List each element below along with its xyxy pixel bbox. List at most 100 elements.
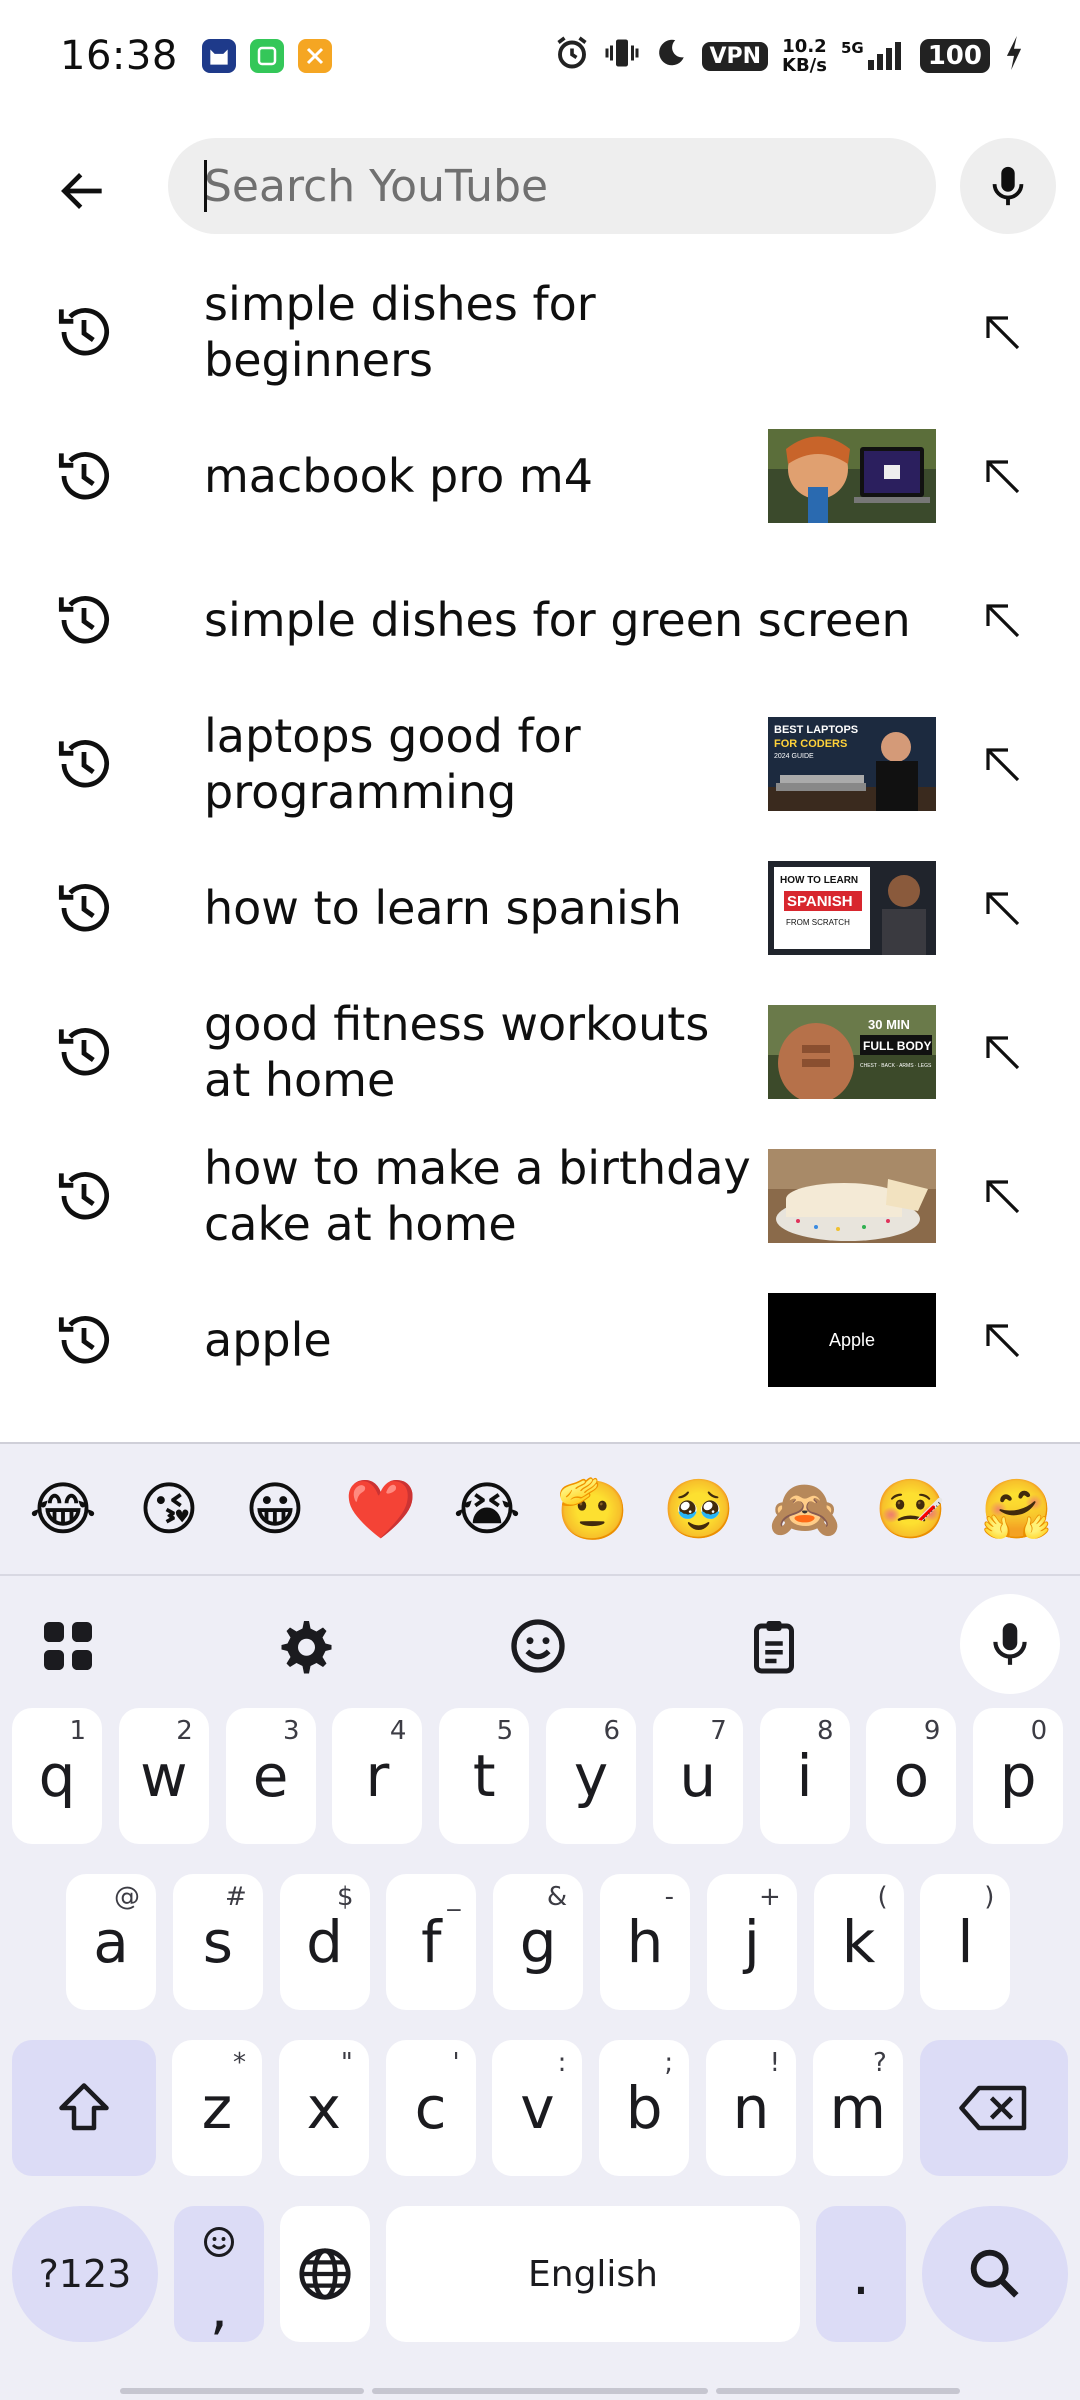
emoji-suggestion[interactable]: 😂	[15, 1475, 111, 1543]
emoji-suggestion-strip: 😂 😘 😀 ❤️ 😭 🫡 🥹 🙈 🤒 🤗	[0, 1444, 1080, 1576]
key-label: y	[573, 1742, 609, 1810]
language-key[interactable]	[280, 2206, 370, 2342]
emoji-keyboard-button[interactable]	[498, 1606, 578, 1686]
key-c[interactable]: c '	[385, 2040, 476, 2176]
fill-query-button[interactable]	[966, 440, 1038, 512]
key-h[interactable]: h-	[600, 1874, 690, 2010]
history-item[interactable]: simple dishes for beginners	[0, 260, 1080, 404]
fill-query-button[interactable]	[966, 1016, 1038, 1088]
history-item[interactable]: how to learn spanish HOW TO LEARN SPANIS…	[0, 836, 1080, 980]
fill-query-button[interactable]	[966, 872, 1038, 944]
key-x[interactable]: x "	[278, 2040, 369, 2176]
key-o[interactable]: o9	[866, 1708, 957, 1844]
tools-app-icon	[297, 39, 332, 73]
keyboard-settings-button[interactable]	[264, 1606, 344, 1686]
emoji-suggestion[interactable]: ❤️	[333, 1475, 429, 1544]
fill-query-button[interactable]	[966, 584, 1038, 656]
period-key[interactable]: .	[816, 2206, 906, 2342]
shift-key[interactable]	[12, 2040, 156, 2176]
history-item[interactable]: macbook pro m4	[0, 404, 1080, 548]
emoji-suggestion[interactable]: 🫡	[545, 1475, 641, 1544]
thumbnail-text: FROM SCRATCH	[786, 918, 850, 927]
fill-query-button[interactable]	[966, 1160, 1038, 1232]
key-label: n	[732, 2074, 770, 2142]
space-key[interactable]: English	[386, 2206, 800, 2342]
emoji-suggestion[interactable]: 😀	[227, 1475, 323, 1543]
key-m[interactable]: m?	[812, 2040, 903, 2176]
key-hint: ?	[872, 2048, 887, 2078]
history-item[interactable]: good fitness workouts at home 30 MIN FUL…	[0, 980, 1080, 1124]
key-area: q 1 w 2 e 3 r 4 t 5 y 6 u 7 i 8 o 9 p 0 a @ s # d $ f _ g & h - j + k(l) z *…	[0, 1708, 1080, 2400]
key-l[interactable]: l)	[920, 1874, 1011, 2010]
spanish-thumbnail: HOW TO LEARN SPANISH FROM SCRATCH	[768, 861, 936, 955]
history-item-text: how to learn spanish	[204, 881, 682, 935]
key-w[interactable]: w2	[118, 1708, 209, 1844]
backspace-key[interactable]	[920, 2040, 1068, 2176]
key-e[interactable]: e3	[225, 1708, 316, 1844]
key-hint: @	[114, 1882, 140, 1912]
search-box[interactable]	[168, 138, 936, 234]
key-label: m	[829, 2074, 887, 2142]
key-g[interactable]: g &	[493, 1874, 584, 2010]
signal-icon	[867, 42, 901, 70]
key-a[interactable]: a @	[66, 1874, 156, 2010]
key-i[interactable]: i8	[759, 1708, 850, 1844]
voice-search-button[interactable]	[960, 138, 1056, 234]
key-z[interactable]: z *	[172, 2040, 262, 2176]
symbols-key[interactable]: ?123	[12, 2206, 158, 2342]
vibrate-icon	[604, 35, 640, 78]
nav-segment	[716, 2388, 960, 2394]
history-icon	[48, 296, 120, 368]
thumbnail-text: SPANISH	[787, 893, 853, 910]
arrow-up-left-icon	[986, 604, 1020, 638]
status-time: 16:38	[60, 33, 178, 79]
emoji-suggestion[interactable]: 🤒	[863, 1475, 959, 1544]
history-item[interactable]: laptops good for programming BEST LAPTOP…	[0, 692, 1080, 836]
history-icon	[48, 440, 120, 512]
key-f[interactable]: f _	[386, 1874, 477, 2010]
thumbnail-text: BEST LAPTOPS	[774, 724, 858, 736]
keyboard-voice-button[interactable]	[960, 1594, 1060, 1694]
fill-query-button[interactable]	[966, 728, 1038, 800]
key-label: English	[528, 2253, 658, 2295]
apps-grid-button[interactable]	[28, 1606, 108, 1686]
key-j[interactable]: j +	[706, 1874, 797, 2010]
fill-query-button[interactable]	[966, 1304, 1038, 1376]
key-s[interactable]: s #	[172, 1874, 263, 2010]
key-label: f	[421, 1908, 442, 1976]
search-input[interactable]	[204, 160, 936, 212]
key-v[interactable]: v:	[492, 2040, 583, 2176]
fill-query-button[interactable]	[966, 296, 1038, 368]
key-b[interactable]: b;	[599, 2040, 690, 2176]
key-label: l	[957, 1908, 974, 1976]
key-hint: #	[225, 1882, 247, 1912]
key-d[interactable]: d $	[279, 1874, 370, 2010]
key-hint: $	[337, 1882, 354, 1912]
nav-segment	[372, 2388, 708, 2394]
back-button[interactable]	[42, 150, 124, 232]
key-hint: '	[452, 2048, 460, 2078]
microphone-icon	[992, 166, 1024, 206]
arrow-up-left-icon	[986, 1324, 1020, 1358]
history-item[interactable]: how to make a birthday cake at home	[0, 1124, 1080, 1268]
clipboard-button[interactable]	[734, 1606, 814, 1686]
emoji-suggestion[interactable]: 😘	[121, 1475, 217, 1543]
key-p[interactable]: p0	[973, 1708, 1064, 1844]
emoji-suggestion[interactable]: 🙈	[757, 1475, 853, 1544]
emoji-suggestion[interactable]: 🥹	[651, 1475, 747, 1544]
key-u[interactable]: u7	[652, 1708, 743, 1844]
key-y[interactable]: y6	[546, 1708, 636, 1844]
key-q[interactable]: q1	[12, 1708, 102, 1844]
emoji-suggestion[interactable]: 🤗	[969, 1475, 1065, 1544]
search-action-key[interactable]	[922, 2206, 1068, 2342]
history-item[interactable]: apple Apple	[0, 1268, 1080, 1412]
emoji-suggestion[interactable]: 😭	[439, 1475, 535, 1543]
comma-key[interactable]: ,	[174, 2206, 264, 2342]
history-icon	[48, 728, 120, 800]
key-r[interactable]: r4	[332, 1708, 423, 1844]
key-k[interactable]: k(	[813, 1874, 904, 2010]
key-t[interactable]: t5	[439, 1708, 530, 1844]
key-n[interactable]: n!	[706, 2040, 796, 2176]
key-label: w	[140, 1742, 188, 1810]
history-item[interactable]: simple dishes for green screen	[0, 548, 1080, 692]
